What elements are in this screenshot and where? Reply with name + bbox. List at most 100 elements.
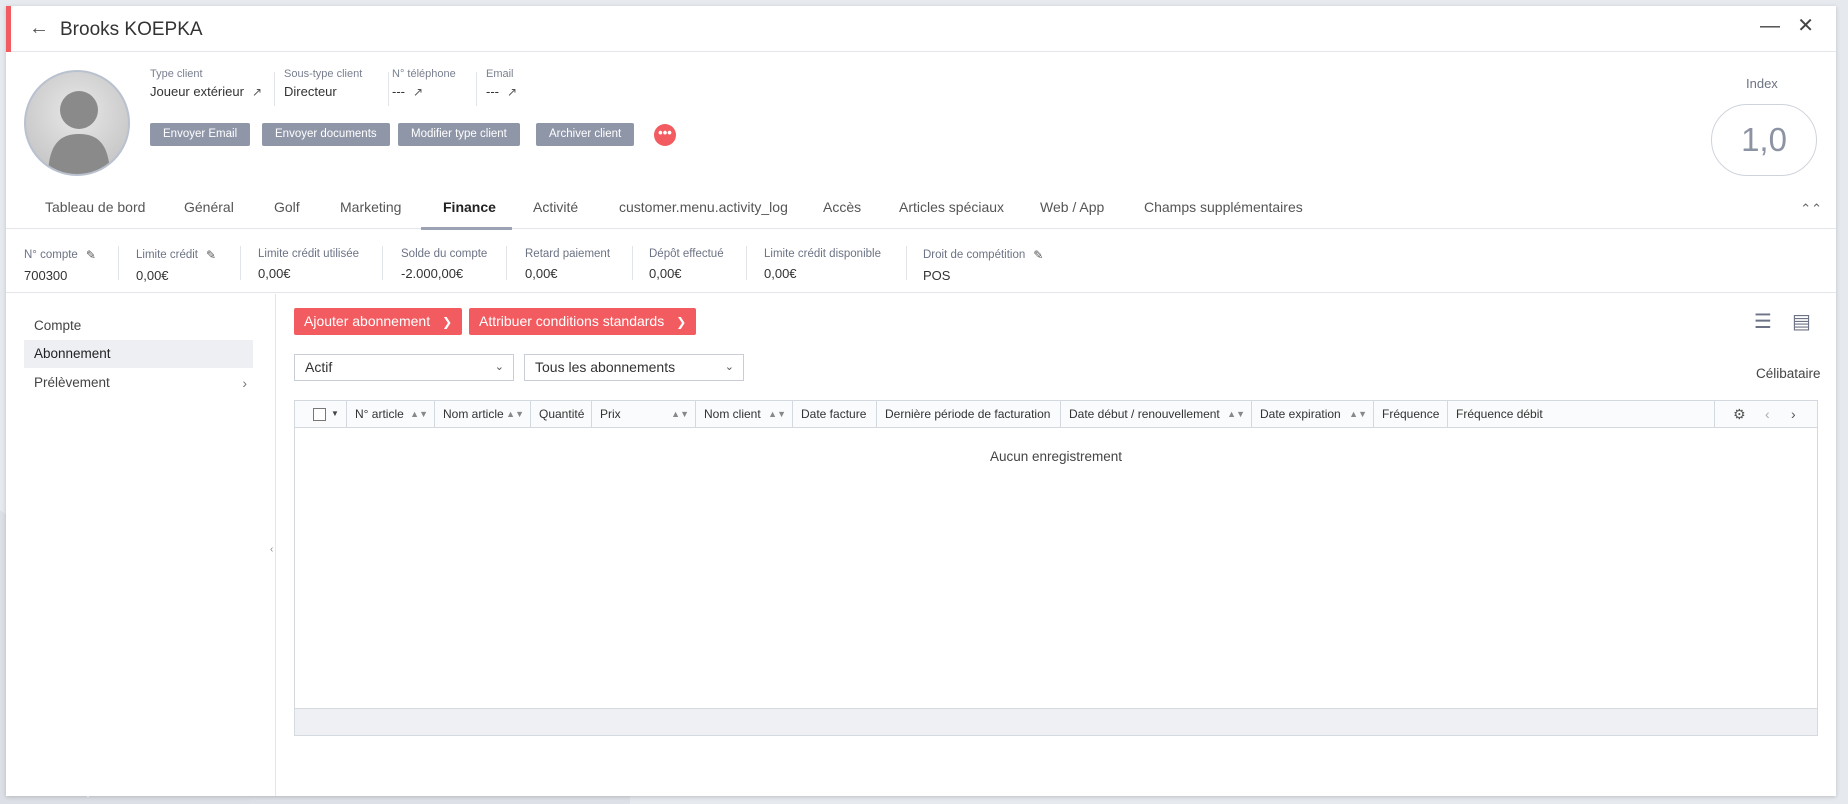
tab-champs-supplementaires[interactable]: Champs supplémentaires (1144, 199, 1303, 215)
tab-general[interactable]: Général (184, 199, 234, 215)
finance-credit-limit: Limite crédit ✎ 0,00€ (136, 248, 217, 283)
table-footer (295, 708, 1817, 735)
divider (240, 246, 241, 280)
panel-collapse-handle[interactable]: ‹ (270, 544, 273, 555)
edit-pencil-icon[interactable]: ✎ (1033, 248, 1043, 262)
finance-payment-delay: Retard paiement 0,00€ (525, 248, 611, 281)
table-tools: ⚙ ‹ › (1714, 401, 1817, 427)
divider (746, 246, 747, 280)
column-expiration-date[interactable]: Date expiration ▲▼ (1252, 401, 1374, 427)
title-bar: ← Brooks KOEPKA — ✕ (6, 6, 1836, 52)
sort-icon: ▲▼ (768, 409, 786, 419)
field-type-client: Type client Joueur extérieur ↗ (150, 68, 263, 99)
sort-icon: ▲▼ (1349, 409, 1367, 419)
tab-articles-speciaux[interactable]: Articles spéciaux (899, 199, 1004, 215)
external-link-icon[interactable]: ↗ (507, 85, 517, 99)
sidebar-item-compte[interactable]: Compte (24, 312, 253, 340)
chevron-left-icon[interactable]: ‹ (1765, 401, 1770, 427)
tab-acces[interactable]: Accès (823, 199, 861, 215)
finance-credit-used: Limite crédit utilisée 0,00€ (258, 248, 359, 281)
divider (476, 72, 477, 106)
divider (382, 246, 383, 280)
sort-icon: ▲▼ (506, 409, 524, 419)
field-sous-type-client: Sous-type client Directeur (284, 68, 363, 99)
tab-bar: Tableau de bord Général Golf Marketing F… (6, 188, 1836, 230)
tab-finance[interactable]: Finance (443, 199, 496, 215)
column-article-number[interactable]: N° article ▲▼ (347, 401, 435, 427)
tab-activite[interactable]: Activité (533, 199, 578, 215)
column-article-name[interactable]: Nom article ▲▼ (435, 401, 531, 427)
field-email: Email --- ↗ (486, 68, 518, 99)
chevron-right-icon: ❯ (442, 315, 453, 329)
gear-icon[interactable]: ⚙ (1733, 401, 1746, 427)
inbox-tray-icon[interactable]: ▤ (1792, 309, 1811, 334)
column-invoice-date[interactable]: Date facture (793, 401, 877, 427)
divider (506, 246, 507, 280)
minimize-icon[interactable]: — (1760, 16, 1780, 36)
accent-bar (6, 6, 11, 52)
column-price[interactable]: Prix ▲▼ (592, 401, 696, 427)
column-last-billing-period[interactable]: Dernière période de facturation (877, 401, 1061, 427)
select-all-checkbox[interactable] (313, 408, 326, 421)
window-notch (80, 790, 96, 797)
external-link-icon[interactable]: ↗ (252, 85, 262, 99)
tab-golf[interactable]: Golf (274, 199, 300, 215)
assign-standard-conditions-button[interactable]: Attribuer conditions standards ❯ (469, 308, 697, 335)
back-arrow-icon[interactable]: ← (29, 18, 49, 38)
index-value: 1,0 (1711, 104, 1817, 176)
customer-window: ← Brooks KOEPKA — ✕ Type client Joueur e… (6, 6, 1836, 796)
column-debit-frequency[interactable]: Fréquence débit (1448, 401, 1716, 427)
table-header: ▼ N° article ▲▼ Nom article ▲▼ Quantité Pr… (295, 401, 1817, 428)
more-options-button[interactable]: ••• (654, 124, 676, 146)
external-link-icon[interactable]: ↗ (413, 85, 423, 99)
field-telephone: N° téléphone --- ↗ (392, 68, 456, 99)
finance-summary: N° compte ✎ 700300 Limite crédit ✎ 0,00€ L… (6, 230, 1836, 293)
edit-pencil-icon[interactable]: ✎ (86, 248, 96, 262)
finance-account-balance: Solde du compte -2.000,00€ (401, 248, 488, 281)
finance-credit-available: Limite crédit disponible 0,00€ (764, 248, 881, 281)
edit-pencil-icon[interactable]: ✎ (206, 248, 216, 262)
add-subscription-button[interactable]: Ajouter abonnement ❯ (294, 308, 463, 335)
send-documents-button[interactable]: Envoyer documents (262, 123, 390, 146)
select-all-column: ▼ (295, 401, 347, 427)
status-select[interactable]: Actif ⌄ (294, 354, 514, 381)
divider (118, 246, 119, 280)
modify-client-type-button[interactable]: Modifier type client (398, 123, 520, 146)
sort-icon: ▲▼ (410, 409, 428, 419)
divider (388, 72, 389, 106)
index-label: Index (1746, 76, 1778, 91)
send-email-button[interactable]: Envoyer Email (150, 123, 251, 146)
sidebar-item-prelevement[interactable]: Prélèvement › (24, 369, 253, 397)
divider (906, 246, 907, 280)
tab-marketing[interactable]: Marketing (340, 199, 401, 215)
finance-account-number: N° compte ✎ 700300 (24, 248, 96, 283)
archive-client-button[interactable]: Archiver client (536, 123, 635, 146)
caret-down-icon[interactable]: ▼ (331, 401, 339, 427)
chevron-down-icon: ⌄ (724, 361, 734, 373)
sort-icon: ▲▼ (1227, 409, 1245, 419)
tab-web-app[interactable]: Web / App (1040, 199, 1104, 215)
chevron-down-icon: ⌄ (494, 361, 504, 373)
finance-competition-right: Droit de compétition ✎ POS (923, 248, 1044, 283)
chevron-right-icon: › (242, 375, 247, 391)
column-frequency[interactable]: Fréquence (1374, 401, 1448, 427)
column-quantity[interactable]: Quantité (531, 401, 592, 427)
chevron-right-icon: ❯ (676, 315, 687, 329)
tab-activity-log[interactable]: customer.menu.activity_log (619, 199, 788, 215)
chevron-right-icon[interactable]: › (1791, 401, 1796, 427)
avatar (24, 70, 130, 176)
close-icon[interactable]: ✕ (1797, 16, 1814, 36)
sidebar-item-abonnement[interactable]: Abonnement (24, 340, 253, 368)
finance-deposit: Dépôt effectué 0,00€ (649, 248, 724, 281)
divider (632, 246, 633, 280)
subscriptions-table: ▼ N° article ▲▼ Nom article ▲▼ Quantité Pr… (294, 400, 1818, 736)
tab-tableau-de-bord[interactable]: Tableau de bord (45, 199, 145, 215)
person-silhouette-icon (48, 91, 110, 174)
column-start-renewal-date[interactable]: Date début / renouvellement ▲▼ (1061, 401, 1252, 427)
column-client-name[interactable]: Nom client ▲▼ (696, 401, 793, 427)
subscription-type-select[interactable]: Tous les abonnements ⌄ (524, 354, 744, 381)
sort-icon: ▲▼ (671, 409, 689, 419)
sort-list-icon[interactable]: ☰ (1754, 309, 1772, 334)
page-title: Brooks KOEPKA (60, 19, 203, 40)
collapse-up-icon[interactable]: ⌃⌃ (1800, 201, 1822, 217)
